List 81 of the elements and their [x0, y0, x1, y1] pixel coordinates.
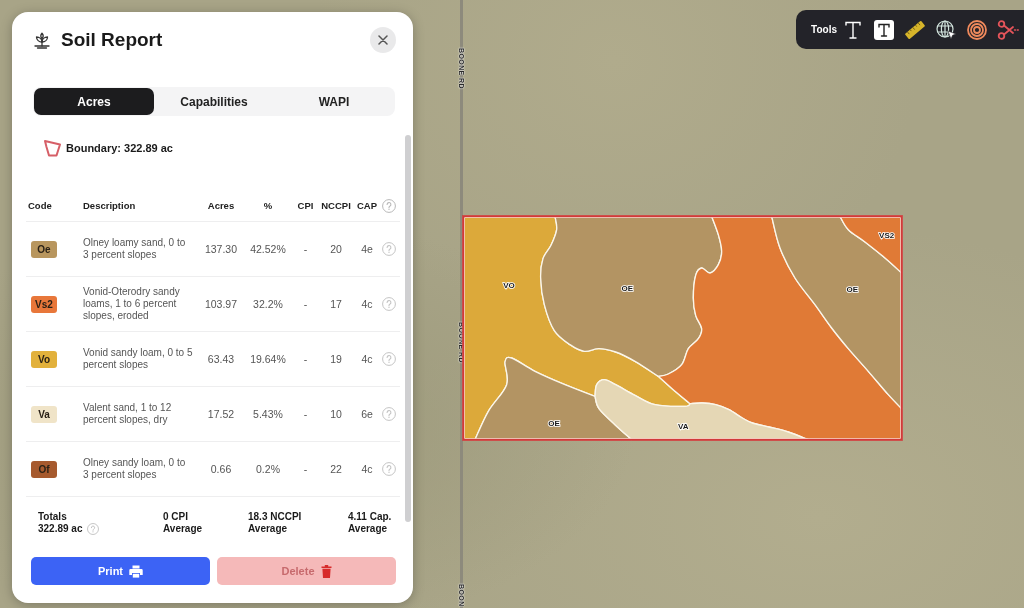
print-button[interactable]: Print [31, 557, 210, 585]
table-cell: 4c [361, 353, 373, 365]
table-cell: 10 [330, 408, 342, 420]
zone-label: VS2 [879, 231, 895, 241]
rings-icon[interactable] [966, 18, 988, 41]
table-cell: 17 [330, 298, 342, 310]
table-cell: - [303, 243, 308, 255]
sprout-icon [33, 31, 51, 49]
trash-icon [320, 564, 332, 578]
column-header: Code [27, 200, 52, 211]
soil-code-tag: Va [31, 405, 57, 423]
table-cell: 17.52 [207, 408, 235, 420]
toolbar-label: Tools [811, 24, 837, 35]
table-cell: 42.52% [250, 243, 286, 255]
totals-text: Totals [38, 511, 68, 523]
column-header: Acres [207, 200, 235, 211]
table-cell: 4e [361, 243, 373, 255]
soil-code-tag: Of [31, 460, 57, 478]
tab[interactable]: Capabilities [154, 88, 274, 115]
column-header: Description [83, 200, 136, 211]
table-cell: - [303, 463, 308, 475]
help-icon[interactable] [382, 297, 396, 311]
help-icon[interactable] [382, 352, 396, 366]
boundary-text: Boundary: 322.89 ac [66, 142, 173, 154]
table-cell: 5.43% [253, 408, 283, 420]
tab[interactable]: Acres [34, 88, 154, 115]
table-cell: 32.2% [253, 298, 283, 310]
column-header: CPI [297, 200, 314, 211]
zone-label: OE [846, 285, 859, 295]
text-box-icon[interactable] [873, 18, 895, 41]
soil-code-tag: Oe [31, 240, 57, 258]
help-icon[interactable] [382, 242, 396, 256]
column-header: NCCPI [321, 200, 351, 211]
table-cell: - [303, 298, 308, 310]
table-cell: 19.64% [250, 353, 286, 365]
table-cell: 6e [361, 408, 373, 420]
table-cell-text: Valent sand, 1 to 12 percent slopes, dry [83, 402, 173, 426]
close-button[interactable] [370, 27, 396, 53]
table-cell: 103.97 [204, 298, 238, 310]
table-cell: 4c [361, 463, 373, 475]
globe-cursor-icon[interactable] [935, 18, 957, 41]
boundary-polygon-icon [43, 138, 63, 158]
help-icon[interactable] [86, 523, 99, 535]
printer-icon [129, 564, 144, 578]
totals-text: Average [163, 523, 203, 535]
table-cell-text: Olney sandy loam, 0 to 3 percent slopes [83, 457, 187, 481]
table-cell: 0.66 [210, 463, 232, 475]
zone-label: OE [548, 419, 560, 429]
totals-text: Average [348, 523, 388, 535]
table-cell: - [303, 353, 308, 365]
close-icon [378, 35, 388, 45]
scissors-icon[interactable] [997, 18, 1019, 41]
table-cell: - [303, 408, 308, 420]
table-cell-text: Olney loamy sand, 0 to 3 percent slopes [83, 237, 187, 261]
totals-text: 18.3 NCCPI [248, 511, 303, 523]
column-header: % [263, 200, 273, 211]
table-cell: 19 [330, 353, 342, 365]
column-header: CAP [356, 200, 378, 211]
table-cell: 0.2% [256, 463, 280, 475]
zone-label: VA [678, 422, 689, 432]
help-icon[interactable] [382, 198, 396, 213]
tab[interactable]: WAPI [274, 88, 394, 115]
table-cell: 22 [330, 463, 342, 475]
soil-code-tag: Vo [31, 350, 57, 368]
zone-label: OE [621, 284, 634, 294]
table-cell: 20 [330, 243, 342, 255]
totals-text: Average [248, 523, 288, 535]
table-cell: 137.30 [204, 243, 238, 255]
totals-text: 4.11 Cap. [348, 511, 393, 523]
help-icon[interactable] [382, 462, 396, 476]
table-cell-text: Vonid-Oterodry sandy loams, 1 to 6 percent slopes, eroded [83, 286, 181, 322]
help-icon[interactable] [382, 407, 396, 421]
table-cell: 63.43 [207, 353, 235, 365]
totals-text: 322.89 ac [38, 523, 83, 535]
soil-code-tag: Vs2 [31, 295, 57, 313]
table-cell: 4c [361, 298, 373, 310]
zone-label: VO [503, 281, 515, 291]
panel-title: Soil Report [61, 29, 164, 51]
scrollbar[interactable] [405, 135, 411, 522]
table-cell: Vonid sandy loam, 0 to 5 percent slopes [83, 347, 193, 371]
totals-text: 0 CPI [163, 511, 189, 523]
